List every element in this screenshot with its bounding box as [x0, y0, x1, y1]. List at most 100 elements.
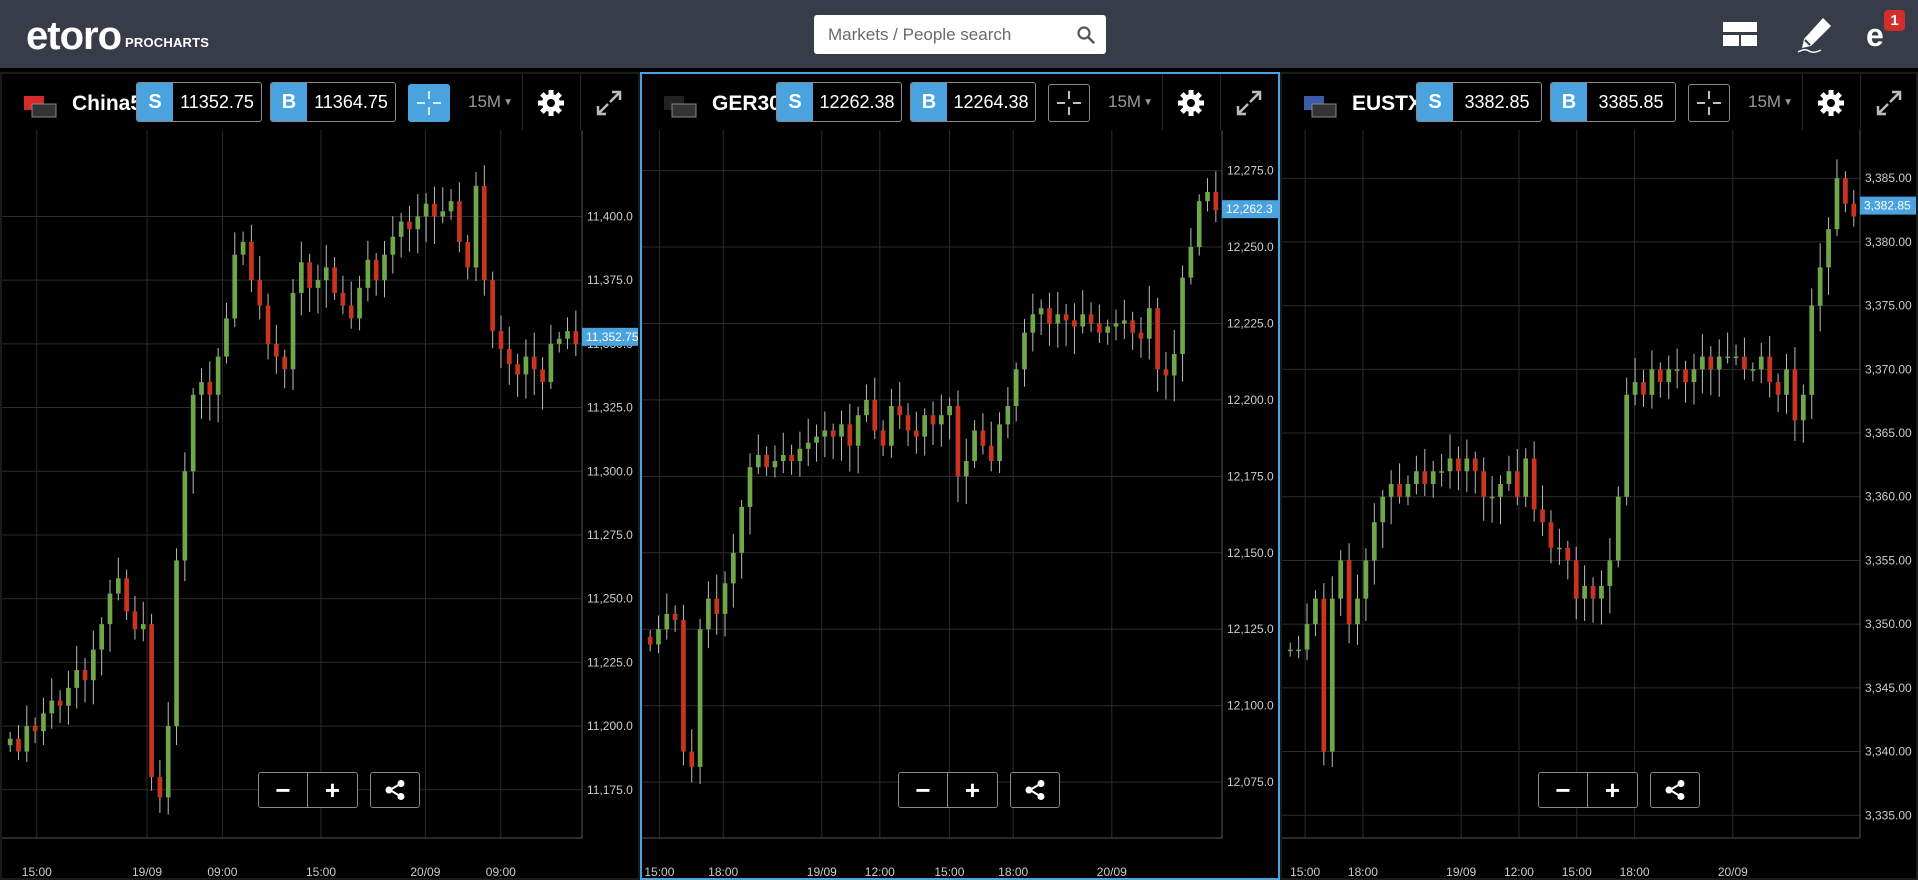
candle-body: [1809, 305, 1815, 395]
candle-body: [124, 578, 129, 612]
flag-icon: [664, 96, 697, 118]
zoom-controls: − +: [898, 772, 998, 808]
candle-body: [714, 598, 720, 614]
candle-body: [49, 700, 55, 714]
expand-button[interactable]: [1870, 84, 1908, 122]
candle-body: [1205, 191, 1210, 202]
candle-body: [132, 611, 138, 630]
sell-button[interactable]: S 11352.75: [136, 82, 262, 122]
candle-body: [681, 620, 686, 752]
candle-body: [82, 670, 88, 681]
candle-body: [805, 442, 811, 449]
candle-body: [498, 331, 504, 349]
share-button[interactable]: [1650, 772, 1700, 808]
candle-body: [407, 221, 412, 230]
zoom-in-button[interactable]: +: [1588, 772, 1638, 808]
settings-button[interactable]: [1172, 84, 1210, 122]
candle-body: [1447, 458, 1453, 472]
notification-badge[interactable]: 1: [1884, 10, 1905, 31]
candle-body: [1548, 522, 1554, 548]
chart-panel-china50: China50S 11352.75 B 11364.75 15M▼ 11,400.0 11,…: [0, 72, 640, 880]
candle-body: [1363, 560, 1369, 599]
buy-button[interactable]: B 12264.38: [910, 82, 1036, 122]
share-button[interactable]: [1010, 772, 1060, 808]
candle-body: [1851, 203, 1857, 217]
sell-tag: S: [1417, 83, 1453, 121]
buy-price: 3385.85: [1598, 91, 1664, 112]
candle-body: [1097, 323, 1102, 333]
expand-button[interactable]: [590, 84, 628, 122]
expand-icon: [1236, 90, 1262, 116]
layout-icon[interactable]: [1720, 14, 1760, 54]
timeframe-dropdown[interactable]: 15M ▼: [1108, 92, 1153, 112]
share-icon: [1025, 780, 1045, 800]
search-icon[interactable]: [1076, 25, 1096, 45]
candle-body: [731, 552, 736, 584]
buy-button[interactable]: B 3385.85: [1550, 82, 1676, 122]
candle-body: [880, 430, 886, 446]
y-tick-label: 12,125.0: [1227, 622, 1274, 636]
x-tick-label: 12:00: [865, 865, 895, 879]
crosshair-button[interactable]: [1048, 84, 1090, 122]
current-price-label: 12,262.3: [1226, 202, 1273, 216]
share-icon: [1665, 780, 1685, 800]
zoom-in-button[interactable]: +: [308, 772, 358, 808]
candle-body: [174, 560, 179, 727]
y-tick-label: 11,225.0: [587, 655, 633, 669]
candle-body: [864, 399, 869, 416]
candle-body: [905, 415, 911, 431]
etoro-logo[interactable]: etoro PROCHARTS: [26, 12, 209, 56]
y-tick-label: 3,365.00: [1865, 426, 1912, 440]
sell-button[interactable]: S 12262.38: [776, 82, 902, 122]
gear-icon: [1818, 90, 1844, 116]
candle-body: [1464, 458, 1470, 472]
expand-button[interactable]: [1230, 84, 1268, 122]
candle-body: [490, 280, 495, 332]
instrument-name[interactable]: EUSTX50: [1352, 92, 1422, 116]
sell-button[interactable]: S 3382.85: [1416, 82, 1542, 122]
crosshair-button[interactable]: [1688, 84, 1730, 122]
zoom-out-button[interactable]: −: [1538, 772, 1588, 808]
timeframe-dropdown[interactable]: 15M ▼: [1748, 92, 1793, 112]
sell-price: 12262.38: [819, 91, 895, 112]
candle-body: [1716, 356, 1722, 370]
pencil-icon[interactable]: [1795, 14, 1835, 54]
candle-body: [1113, 323, 1119, 327]
candle-body: [1742, 356, 1747, 370]
crosshair-icon: [1697, 91, 1721, 115]
timeframe-dropdown[interactable]: 15M ▼: [468, 92, 513, 112]
search-input[interactable]: [814, 15, 1064, 54]
candle-body: [1380, 496, 1386, 523]
x-tick-label: 15:00: [1290, 865, 1320, 879]
share-button[interactable]: [370, 772, 420, 808]
y-tick-label: 3,360.00: [1865, 490, 1912, 504]
candle-body: [1725, 356, 1730, 359]
candle-body: [1489, 496, 1495, 499]
y-tick-label: 12,200.0: [1227, 393, 1274, 407]
zoom-in-button[interactable]: +: [948, 772, 998, 808]
instrument-name[interactable]: China50: [72, 92, 142, 116]
candlestick-chart[interactable]: 11,400.011,375.011,350.011,325.011,300.0…: [2, 130, 638, 880]
zoom-out-button[interactable]: −: [258, 772, 308, 808]
candle-body: [440, 211, 446, 217]
candle-body: [1371, 522, 1377, 561]
sell-price: 11352.75: [180, 91, 254, 112]
buy-button[interactable]: B 11364.75: [270, 82, 396, 122]
candlestick-chart[interactable]: 12,275.0 12,250.0 12,225.0 12,200.0 12,175.0…: [642, 130, 1278, 880]
chart-panel-eustx50: EUSTX50S 3382.85 B 3385.85 15M▼ 3,385.00 3,380…: [1280, 72, 1918, 880]
x-tick-label: 20/09: [1718, 865, 1748, 879]
candle-body: [872, 399, 878, 431]
crosshair-button[interactable]: [408, 84, 450, 122]
candle-body: [165, 726, 171, 798]
candle-body: [1590, 585, 1596, 599]
candle-body: [1641, 382, 1646, 395]
zoom-out-button[interactable]: −: [898, 772, 948, 808]
settings-button[interactable]: [532, 84, 570, 122]
candle-body: [1122, 320, 1127, 324]
settings-button[interactable]: [1812, 84, 1850, 122]
candlestick-chart[interactable]: 3,385.00 3,380.00 3,375.00 3,370.00 3,365.00…: [1282, 130, 1916, 880]
candle-body: [457, 201, 462, 242]
instrument-name[interactable]: GER30: [712, 92, 782, 116]
candle-body: [980, 430, 986, 446]
candle-body: [739, 506, 744, 553]
